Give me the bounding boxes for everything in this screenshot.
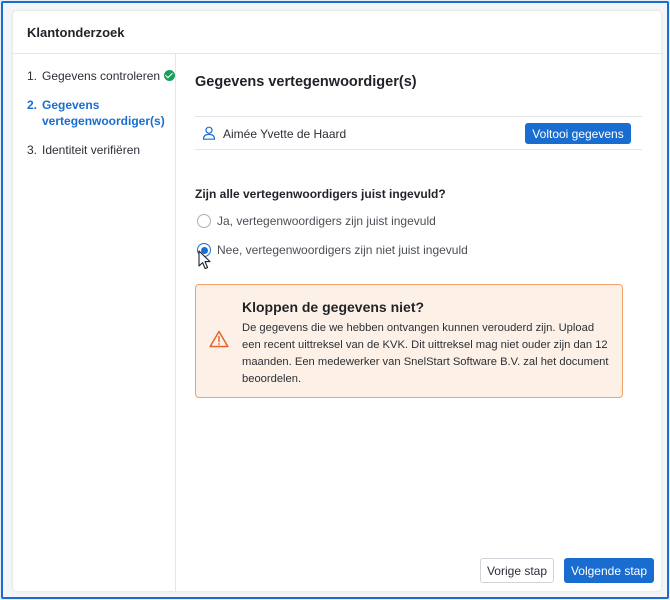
warning-alert: Kloppen de gegevens niet? De gegevens di… bbox=[195, 284, 623, 398]
steps-sidebar: 1. Gegevens controleren 2. Gegevens vert… bbox=[13, 54, 176, 591]
step-item-check-details[interactable]: 1. Gegevens controleren bbox=[13, 68, 176, 84]
next-step-button[interactable]: Volgende stap bbox=[564, 558, 654, 583]
step-number: 2. bbox=[27, 98, 38, 112]
radio-label-no[interactable]: Nee, vertegenwoordigers zijn niet juist … bbox=[217, 243, 468, 257]
question-label: Zijn alle vertegenwoordigers juist ingev… bbox=[195, 187, 446, 201]
research-card: Klantonderzoek 1. Gegevens controleren 2… bbox=[13, 11, 661, 591]
step-label: Gegevens vertegenwoordiger(s) bbox=[42, 98, 165, 128]
page-title: Klantonderzoek bbox=[13, 11, 661, 54]
step-number: 1. bbox=[27, 69, 38, 83]
step-number: 3. bbox=[27, 143, 38, 157]
warning-icon bbox=[209, 330, 229, 348]
alert-message: De gegevens die we hebben ontvangen kunn… bbox=[242, 322, 609, 385]
complete-details-button[interactable]: Voltooi gegevens bbox=[525, 123, 631, 144]
step-item-representatives[interactable]: 2. Gegevens vertegenwoordiger(s) bbox=[13, 97, 176, 129]
main-content: Gegevens vertegenwoordiger(s) Aimée Yvet… bbox=[177, 54, 661, 591]
mouse-cursor-icon bbox=[198, 250, 211, 270]
radio-button-yes[interactable] bbox=[197, 214, 211, 228]
step-label: Identiteit verifiëren bbox=[42, 143, 141, 157]
representative-name: Aimée Yvette de Haard bbox=[223, 127, 347, 141]
user-icon bbox=[202, 126, 216, 140]
section-title: Gegevens vertegenwoordiger(s) bbox=[195, 74, 417, 90]
step-item-verify-identity[interactable]: 3. Identiteit verifiëren bbox=[13, 142, 176, 158]
previous-step-button[interactable]: Vorige stap bbox=[480, 558, 554, 583]
representative-row: Aimée Yvette de Haard Voltooi gegevens bbox=[195, 116, 642, 150]
step-label: Gegevens controleren bbox=[42, 69, 161, 83]
radio-label-yes[interactable]: Ja, vertegenwoordigers zijn juist ingevu… bbox=[217, 214, 436, 228]
alert-title: Kloppen de gegevens niet? bbox=[242, 299, 425, 315]
check-circle-icon bbox=[164, 70, 176, 81]
window-frame: Klantonderzoek 1. Gegevens controleren 2… bbox=[1, 1, 669, 599]
